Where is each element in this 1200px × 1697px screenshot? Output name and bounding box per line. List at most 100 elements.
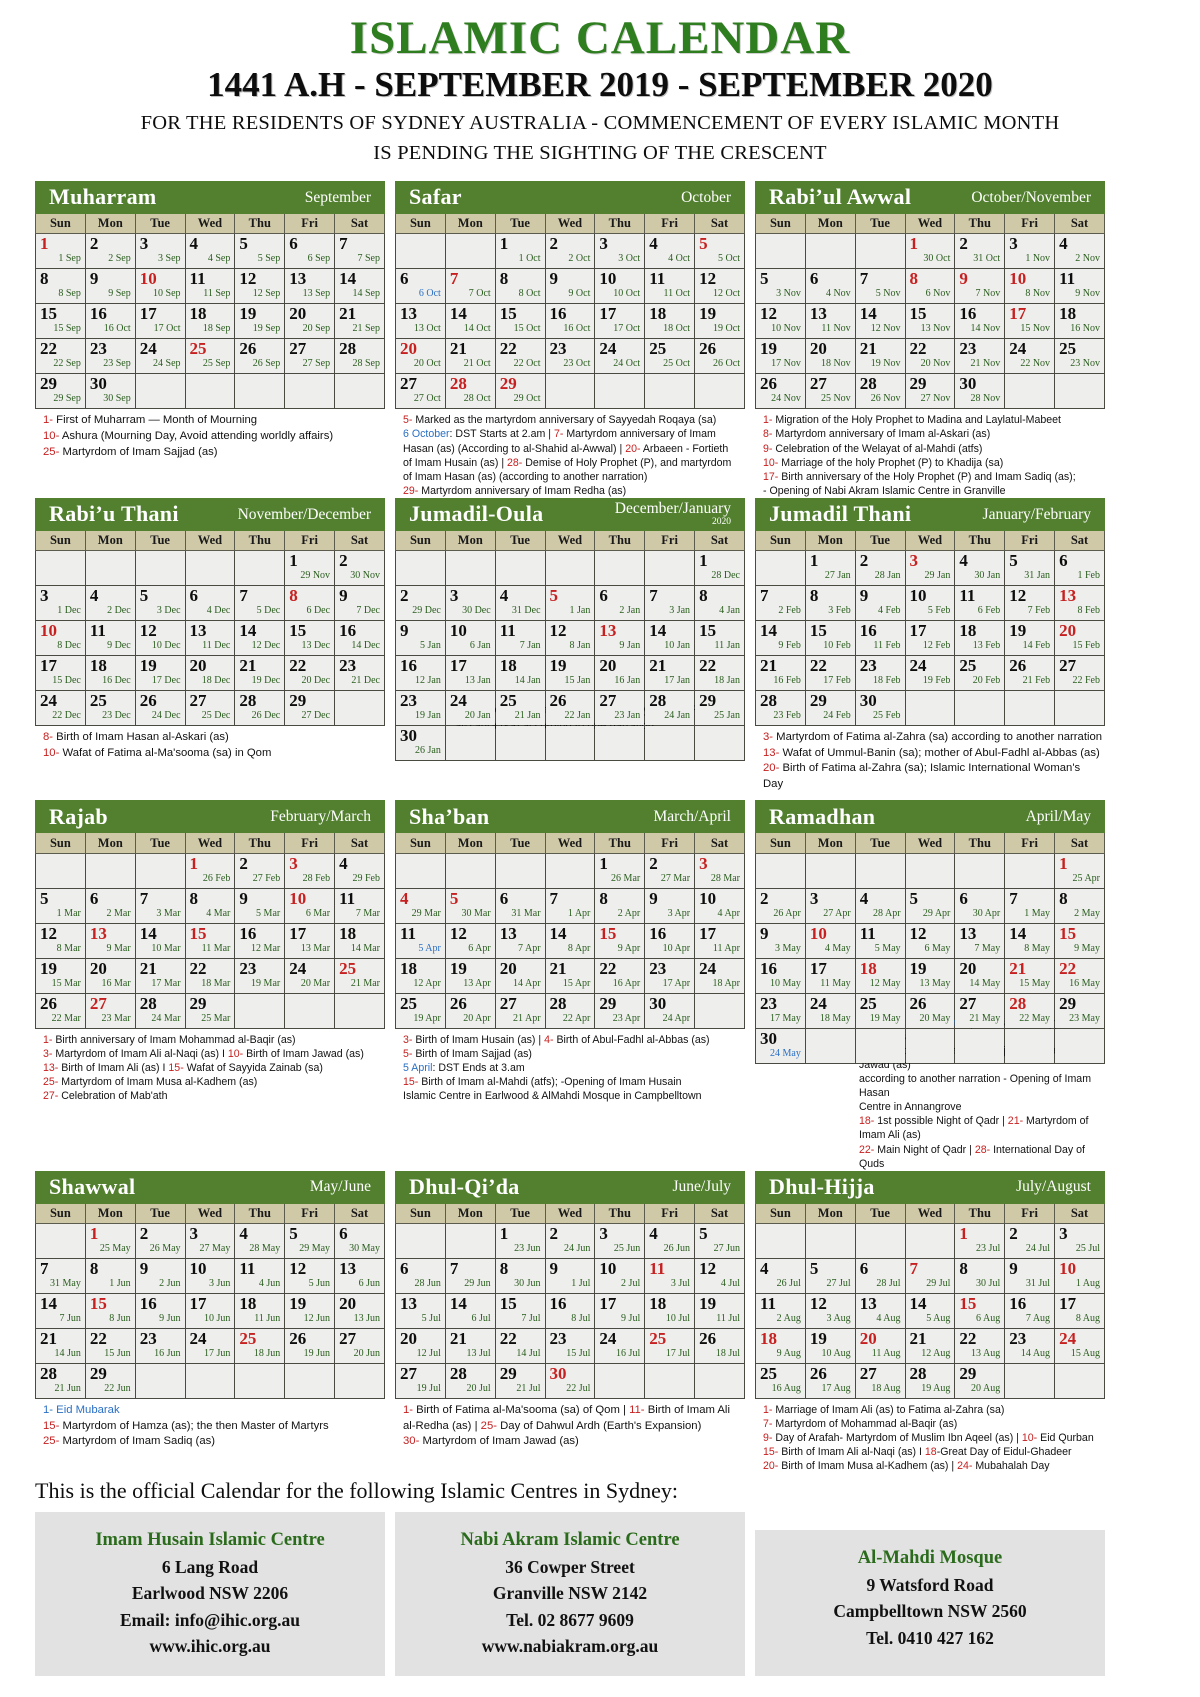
- day-cell[interactable]: 16 16 Oct: [84, 303, 136, 340]
- day-cell[interactable]: 30 24 May: [755, 1027, 806, 1064]
- day-cell[interactable]: 1 29 Nov: [284, 550, 336, 587]
- day-cell[interactable]: 1 23 Jun: [494, 1223, 546, 1260]
- day-cell[interactable]: 13 9 Mar: [84, 922, 136, 959]
- day-cell[interactable]: 11 2 Aug: [755, 1293, 806, 1330]
- day-cell[interactable]: 30 28 Nov: [954, 373, 1006, 410]
- day-cell[interactable]: 14 7 Jun: [35, 1293, 86, 1330]
- day-cell[interactable]: 17 13 Jan: [444, 655, 496, 692]
- day-cell[interactable]: 95 Mar: [234, 887, 286, 924]
- day-cell[interactable]: 16 14 Nov: [954, 303, 1006, 340]
- day-cell[interactable]: 1 23 Jul: [954, 1223, 1006, 1260]
- day-cell[interactable]: 11 6 Feb: [954, 585, 1006, 622]
- day-cell[interactable]: 10 10 Sep: [134, 268, 186, 305]
- day-cell[interactable]: 28 28 Oct: [444, 373, 496, 410]
- day-cell[interactable]: 5 27 Jul: [804, 1258, 856, 1295]
- day-cell[interactable]: 14 8 Apr: [544, 922, 596, 959]
- day-cell[interactable]: 29 23 Apr: [594, 992, 646, 1029]
- day-cell[interactable]: 15 13 Nov: [904, 303, 956, 340]
- day-cell[interactable]: 12 6 Apr: [444, 922, 496, 959]
- day-cell[interactable]: 42 Nov: [1054, 233, 1105, 270]
- day-cell[interactable]: 13 11 Dec: [184, 620, 236, 657]
- day-cell[interactable]: 3 27 Apr: [804, 887, 856, 924]
- day-cell[interactable]: 10 3 Jun: [184, 1258, 236, 1295]
- day-cell[interactable]: 10 5 Feb: [904, 585, 956, 622]
- day-cell[interactable]: 93 Apr: [644, 887, 696, 924]
- day-cell[interactable]: 84 Mar: [184, 887, 236, 924]
- day-cell[interactable]: 2 26 May: [134, 1223, 186, 1260]
- day-cell[interactable]: 20 20 Sep: [284, 303, 336, 340]
- day-cell[interactable]: 55 Sep: [234, 233, 286, 270]
- day-cell[interactable]: 22 17 Feb: [804, 655, 856, 692]
- day-cell[interactable]: 83 Feb: [804, 585, 856, 622]
- day-cell[interactable]: 26 19 Jun: [284, 1328, 336, 1365]
- day-cell[interactable]: 28 26 Dec: [234, 690, 286, 727]
- day-cell[interactable]: 55 Oct: [694, 233, 745, 270]
- day-cell[interactable]: 10 8 Dec: [35, 620, 86, 657]
- day-cell[interactable]: 12 6 May: [904, 922, 956, 959]
- day-cell[interactable]: 1 26 Mar: [594, 852, 646, 889]
- day-cell[interactable]: 19 15 Jan: [544, 655, 596, 692]
- day-cell[interactable]: 2 24 Jun: [544, 1223, 596, 1260]
- day-cell[interactable]: 19 13 May: [904, 957, 956, 994]
- day-cell[interactable]: 88 Oct: [494, 268, 546, 305]
- day-cell[interactable]: 13 7 May: [954, 922, 1006, 959]
- day-cell[interactable]: 21 12 Aug: [904, 1328, 956, 1365]
- day-cell[interactable]: 21 17 Mar: [134, 957, 186, 994]
- day-cell[interactable]: 29 25 Mar: [184, 992, 236, 1029]
- day-cell[interactable]: 2 29 Dec: [395, 585, 446, 622]
- day-cell[interactable]: 20 15 Feb: [1054, 620, 1105, 657]
- day-cell[interactable]: 17 11 May: [804, 957, 856, 994]
- day-cell[interactable]: 15 11 Mar: [184, 922, 236, 959]
- day-cell[interactable]: 26 26 Oct: [694, 338, 745, 375]
- day-cell[interactable]: 21 14 Jun: [35, 1328, 86, 1365]
- day-cell[interactable]: 19 19 Oct: [694, 303, 745, 340]
- day-cell[interactable]: 27 19 Jul: [395, 1363, 446, 1400]
- day-cell[interactable]: 14 12 Dec: [234, 620, 286, 657]
- day-cell[interactable]: 28 19 Aug: [904, 1363, 956, 1400]
- day-cell[interactable]: 22 20 Nov: [904, 338, 956, 375]
- day-cell[interactable]: 44 Sep: [184, 233, 236, 270]
- day-cell[interactable]: 24 24 Sep: [134, 338, 186, 375]
- day-cell[interactable]: 23 19 Mar: [234, 957, 286, 994]
- day-cell[interactable]: 30 22 Jul: [544, 1363, 596, 1400]
- day-cell[interactable]: 16 10 Apr: [644, 922, 696, 959]
- day-cell[interactable]: 64 Dec: [184, 585, 236, 622]
- day-cell[interactable]: 3 29 Jan: [904, 550, 956, 587]
- day-cell[interactable]: 4 29 Feb: [334, 852, 385, 889]
- day-cell[interactable]: 30 26 Jan: [395, 725, 446, 762]
- day-cell[interactable]: 23 14 Aug: [1004, 1328, 1056, 1365]
- day-cell[interactable]: 15 13 Dec: [284, 620, 336, 657]
- day-cell[interactable]: 28 21 Jun: [35, 1363, 86, 1400]
- day-cell[interactable]: 99 Sep: [84, 268, 136, 305]
- day-cell[interactable]: 30 24 Apr: [644, 992, 696, 1029]
- day-cell[interactable]: 15 10 Feb: [804, 620, 856, 657]
- day-cell[interactable]: 14 10 Mar: [134, 922, 186, 959]
- day-cell[interactable]: 29 22 Jun: [84, 1363, 136, 1400]
- day-cell[interactable]: 2 24 Jul: [1004, 1223, 1056, 1260]
- day-cell[interactable]: 11 5 May: [854, 922, 906, 959]
- day-cell[interactable]: 27 25 Dec: [184, 690, 236, 727]
- day-cell[interactable]: 5 31 Jan: [1004, 550, 1056, 587]
- day-cell[interactable]: 25 20 Feb: [954, 655, 1006, 692]
- day-cell[interactable]: 23 18 Feb: [854, 655, 906, 692]
- day-cell[interactable]: 16 14 Dec: [334, 620, 385, 657]
- day-cell[interactable]: 18 14 Mar: [334, 922, 385, 959]
- day-cell[interactable]: 77 Oct: [444, 268, 496, 305]
- day-cell[interactable]: 14 9 Feb: [755, 620, 806, 657]
- day-cell[interactable]: 25 18 Jun: [234, 1328, 286, 1365]
- day-cell[interactable]: 28 26 Nov: [854, 373, 906, 410]
- day-cell[interactable]: 11 4 Jun: [234, 1258, 286, 1295]
- day-cell[interactable]: 82 Apr: [594, 887, 646, 924]
- day-cell[interactable]: 3 28 Mar: [694, 852, 745, 889]
- day-cell[interactable]: 3 25 Jul: [1054, 1223, 1105, 1260]
- day-cell[interactable]: 18 10 Jul: [644, 1293, 696, 1330]
- day-cell[interactable]: 2 26 Apr: [755, 887, 806, 924]
- day-cell[interactable]: 2 31 Oct: [954, 233, 1006, 270]
- day-cell[interactable]: 22 22 Oct: [494, 338, 546, 375]
- day-cell[interactable]: 3 30 Dec: [444, 585, 496, 622]
- day-cell[interactable]: 16 16 Oct: [544, 303, 596, 340]
- day-cell[interactable]: 26 18 Jul: [694, 1328, 745, 1365]
- day-cell[interactable]: 13 13 Oct: [395, 303, 446, 340]
- day-cell[interactable]: 11 Sep: [35, 233, 86, 270]
- day-cell[interactable]: 25 25 Oct: [644, 338, 696, 375]
